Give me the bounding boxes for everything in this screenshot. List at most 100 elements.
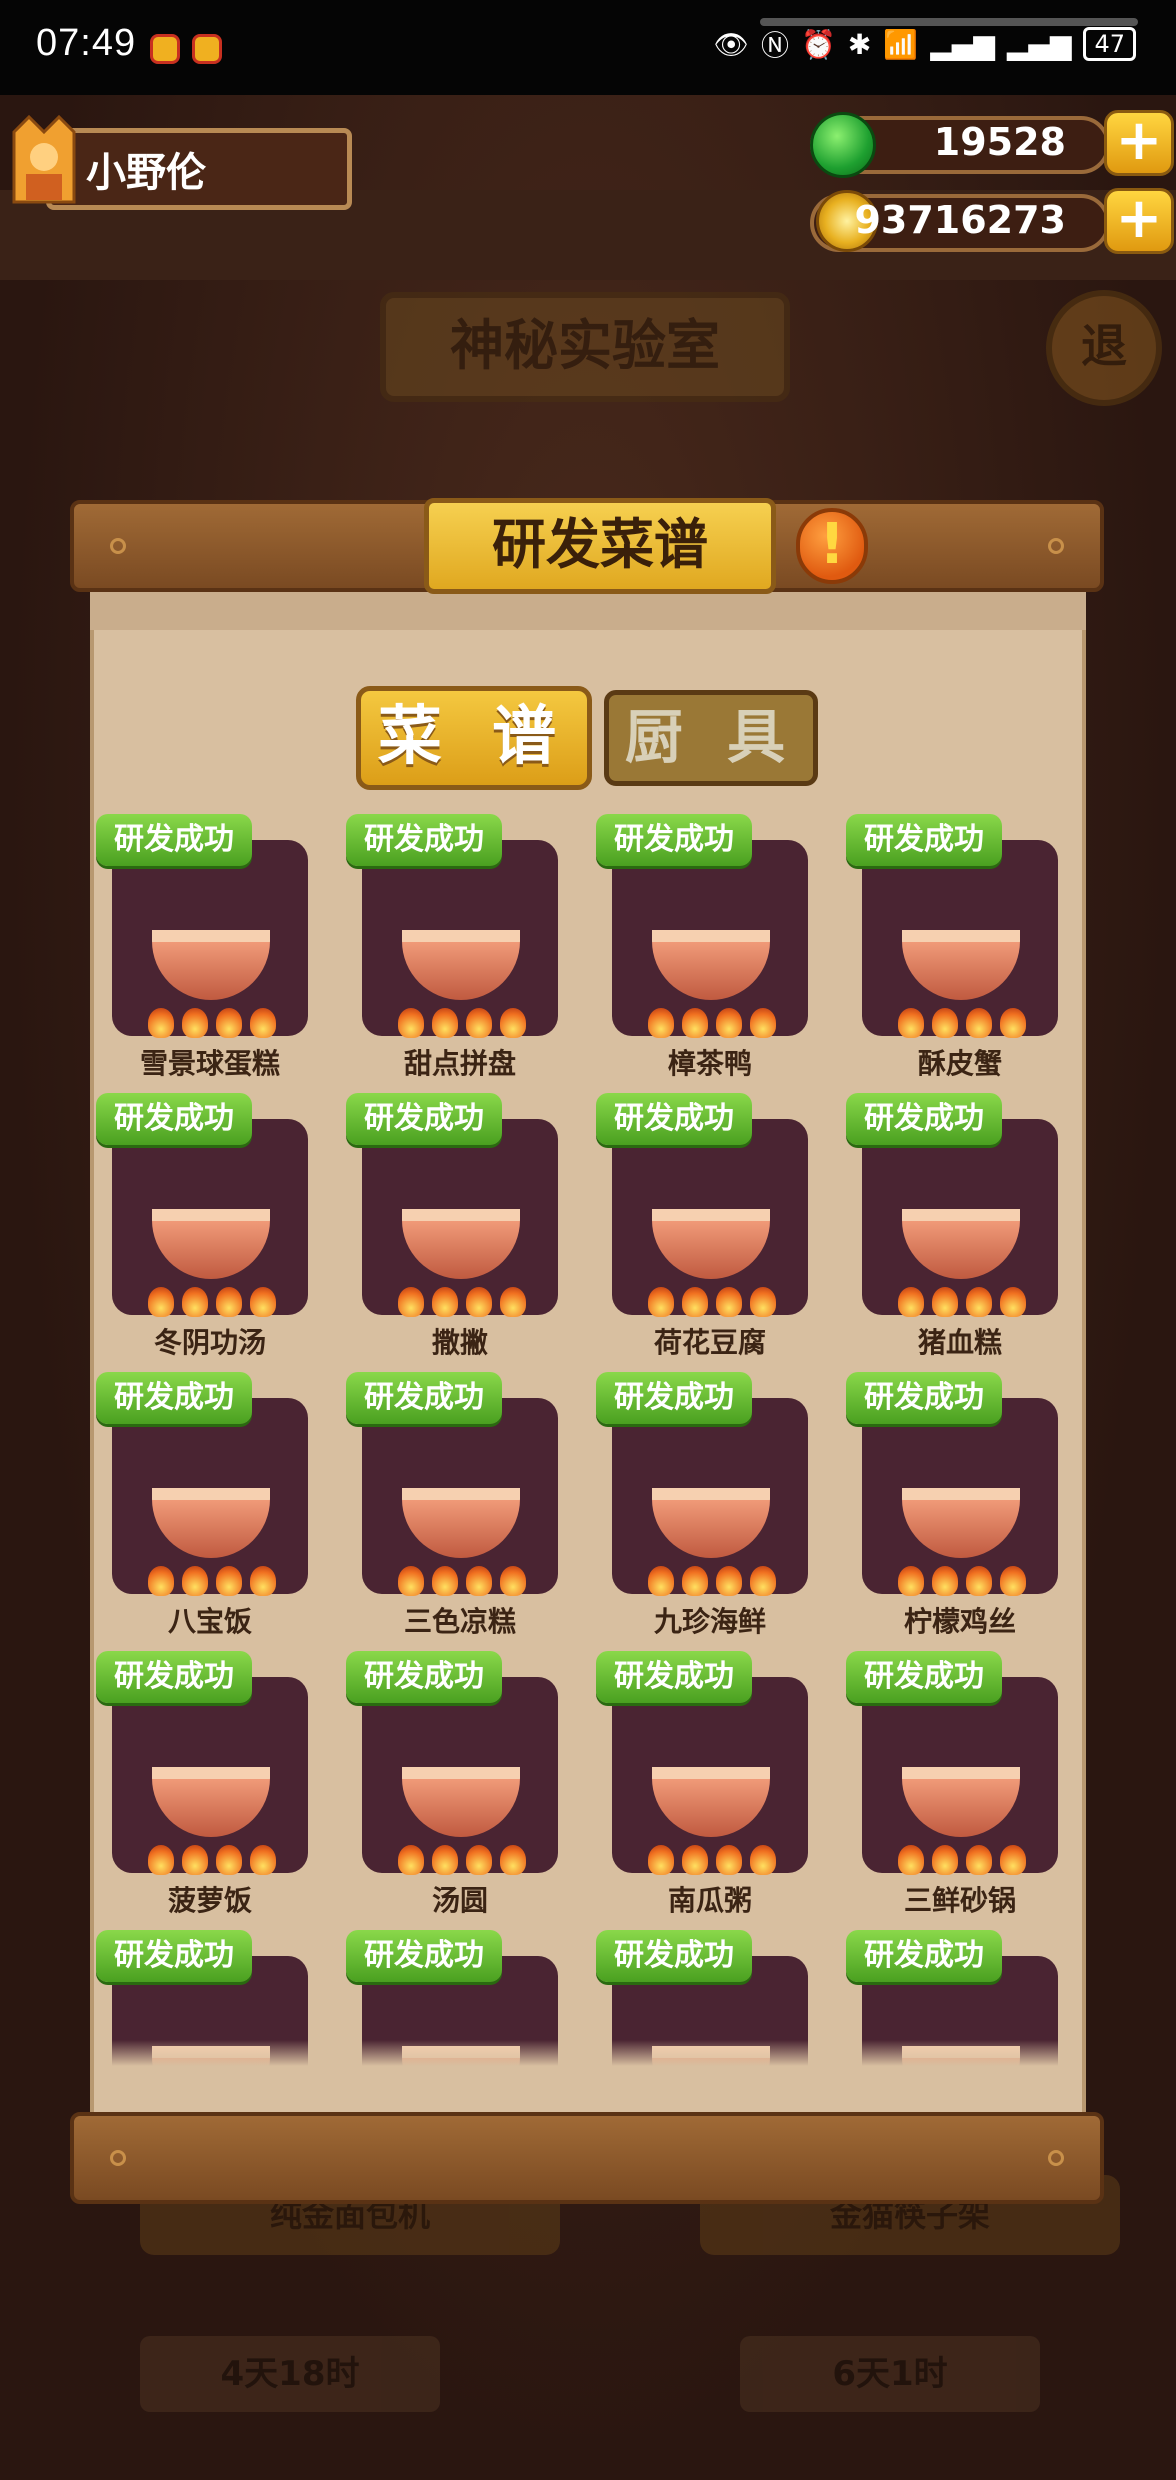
flame-rating [898, 1287, 1026, 1317]
flame-icon [466, 1287, 492, 1317]
recipe-name: 荷花豆腐 [653, 1326, 766, 1359]
panel-bottom-rail [70, 2112, 1104, 2204]
flame-icon [250, 1287, 276, 1317]
recipe-card[interactable]: 研发成功冬阴功汤 [94, 1089, 344, 1359]
player-avatar[interactable] [4, 112, 84, 212]
panel-shadow [90, 590, 1086, 630]
recipe-card[interactable]: 研发成功 甜点拼盘 [344, 810, 594, 1080]
flame-icon [500, 1008, 526, 1038]
recipe-card[interactable]: 研发成功 三鲜砂锅 [844, 1647, 1082, 1917]
flame-icon [216, 1566, 242, 1596]
flame-icon [398, 1845, 424, 1875]
recipe-grid[interactable]: 研发成功 雪景球蛋糕 研发成功 甜点拼盘 研发成功 樟茶鸭 研发成功 酥皮蟹 研发成功 冬阴功汤研… [94, 810, 1082, 2066]
dish-icon [652, 1488, 770, 1558]
dish-frame [612, 1677, 808, 1875]
flame-icon [398, 1566, 424, 1596]
dish-frame [112, 1677, 308, 1875]
status-badge: 研发成功 [596, 1372, 752, 1424]
recipe-card[interactable]: 研发成功 樟茶鸭 [594, 810, 844, 1080]
bolt-icon [1048, 2150, 1064, 2166]
flame-icon [432, 1287, 458, 1317]
signal-icon: ▂▄▆ [1006, 27, 1072, 61]
flame-icon [466, 1008, 492, 1038]
recipe-card[interactable]: 研发成功 柠檬鸡丝 [844, 1368, 1082, 1638]
recipe-card[interactable]: 研发成功 九珍海鲜 [594, 1368, 844, 1638]
status-badge: 研发成功 [846, 1372, 1002, 1424]
dish-frame [362, 1119, 558, 1317]
dish-icon [152, 1209, 270, 1279]
scroll-fade [94, 2040, 1082, 2066]
dish-frame [362, 1398, 558, 1596]
nfc-icon: Ⓝ [761, 29, 790, 62]
dish-frame [112, 840, 308, 1038]
flame-icon [682, 1287, 708, 1317]
timer-label: 4天18时 [140, 2336, 440, 2412]
recipe-name: 三鲜砂锅 [903, 1884, 1016, 1917]
dish-icon [402, 1209, 520, 1279]
flame-rating [898, 1845, 1026, 1875]
signal-icon: ▂▄▆ [930, 27, 995, 61]
flame-icon [216, 1845, 242, 1875]
flame-icon [750, 1008, 776, 1038]
flame-icon [500, 1566, 526, 1596]
flame-icon [466, 1566, 492, 1596]
flame-icon [682, 1566, 708, 1596]
lab-title: 神秘实验室 [380, 292, 790, 402]
status-bar: 07:49 👁 Ⓝ ⏰ ✱ 📶 ▂▄▆ ▂▄▆ 47 [0, 0, 1176, 95]
tab-tools[interactable]: 厨 具 [604, 690, 818, 786]
recipe-name: 樟茶鸭 [667, 1047, 752, 1080]
dish-icon [902, 930, 1020, 1000]
tab-recipes[interactable]: 菜 谱 [356, 686, 592, 790]
flame-icon [898, 1566, 924, 1596]
flame-icon [966, 1008, 992, 1038]
flame-icon [500, 1287, 526, 1317]
recipe-card[interactable]: 研发成功 菠萝饭 [94, 1647, 344, 1917]
dish-frame [862, 1398, 1058, 1596]
recipe-card[interactable]: 研发成功 撒撇 [344, 1089, 594, 1359]
player-name: 小野伦 [86, 150, 206, 196]
recipe-name: 冬阴功汤 [153, 1326, 266, 1359]
dish-frame [612, 840, 808, 1038]
flame-icon [898, 1287, 924, 1317]
flame-icon [932, 1287, 958, 1317]
add-coin-button[interactable]: + [1104, 188, 1174, 254]
flame-icon [216, 1287, 242, 1317]
flame-icon [1000, 1287, 1026, 1317]
flame-icon [966, 1287, 992, 1317]
recipe-name: 酥皮蟹 [917, 1047, 1002, 1080]
flame-icon [966, 1566, 992, 1596]
flame-icon [898, 1008, 924, 1038]
dish-frame [612, 1119, 808, 1317]
status-badge: 研发成功 [846, 814, 1002, 866]
flame-icon [148, 1287, 174, 1317]
dish-frame [112, 1119, 308, 1317]
jade-value: 19528 [933, 120, 1066, 164]
dish-icon [152, 1767, 270, 1837]
flame-icon [250, 1008, 276, 1038]
flame-rating [398, 1566, 526, 1596]
dish-frame [862, 840, 1058, 1038]
dish-frame [612, 1398, 808, 1596]
recipe-card[interactable]: 研发成功 南瓜粥 [594, 1647, 844, 1917]
flame-icon [716, 1845, 742, 1875]
flame-icon [398, 1008, 424, 1038]
recipe-card[interactable]: 研发成功 雪景球蛋糕 [94, 810, 344, 1080]
recipe-card[interactable]: 研发成功 猪血糕 [844, 1089, 1082, 1359]
flame-icon [648, 1008, 674, 1038]
dish-icon [652, 1209, 770, 1279]
status-badge: 研发成功 [96, 1093, 252, 1145]
status-badge: 研发成功 [96, 1372, 252, 1424]
recipe-card[interactable]: 研发成功 荷花豆腐 [594, 1089, 844, 1359]
flame-icon [1000, 1008, 1026, 1038]
recipe-card[interactable]: 研发成功 八宝饭 [94, 1368, 344, 1638]
info-button[interactable]: ! [796, 508, 868, 584]
dish-frame [862, 1677, 1058, 1875]
exit-button[interactable]: 退 [1046, 290, 1162, 406]
recipe-card[interactable]: 研发成功 汤圆 [344, 1647, 594, 1917]
recipe-card[interactable]: 研发成功酥皮蟹 [844, 810, 1082, 1080]
recipe-card[interactable]: 研发成功 三色凉糕 [344, 1368, 594, 1638]
dish-icon [902, 1209, 1020, 1279]
add-jade-button[interactable]: + [1104, 110, 1174, 176]
status-badge: 研发成功 [346, 1651, 502, 1703]
flame-icon [182, 1287, 208, 1317]
